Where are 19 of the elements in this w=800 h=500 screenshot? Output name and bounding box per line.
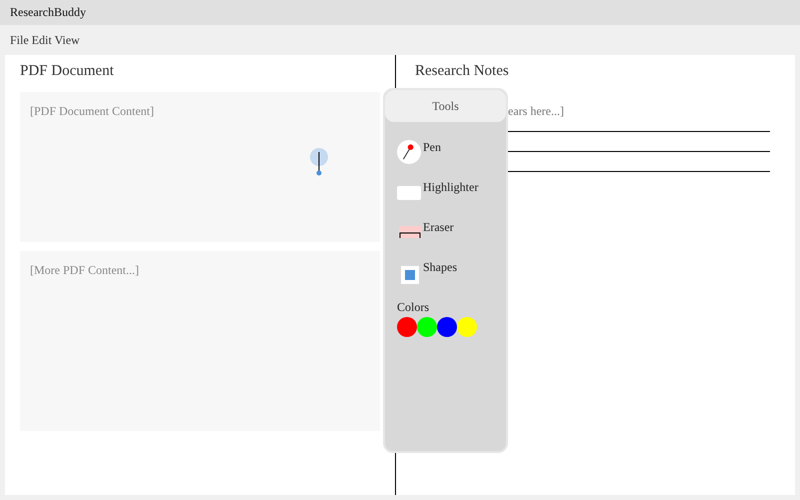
color-swatch[interactable] — [437, 317, 457, 337]
tool-label[interactable]: Eraser — [423, 220, 454, 235]
notes-field[interactable]: ears here...] — [508, 104, 564, 119]
tool-label[interactable]: Shapes — [423, 260, 457, 275]
color-swatch[interactable] — [397, 317, 417, 337]
color-swatch[interactable] — [417, 317, 437, 337]
annotation-pin-icon[interactable] — [310, 148, 328, 176]
tool-label: Colors — [397, 300, 430, 315]
panel-title: PDF Document — [20, 63, 115, 80]
tool-label[interactable]: Pen — [423, 140, 441, 155]
pen-icon[interactable] — [397, 140, 421, 164]
color-swatch[interactable] — [457, 317, 477, 337]
tools-header: Tools — [385, 90, 506, 122]
menu-item[interactable]: File Edit View — [10, 32, 80, 48]
panel-title: Research Notes — [415, 63, 510, 80]
pdf-text: [More PDF Content...] — [30, 263, 139, 277]
tool-label[interactable]: Highlighter — [423, 180, 478, 195]
pdf-text: [PDF Document Content] — [30, 104, 154, 118]
window-title: ResearchBuddy — [0, 0, 800, 25]
